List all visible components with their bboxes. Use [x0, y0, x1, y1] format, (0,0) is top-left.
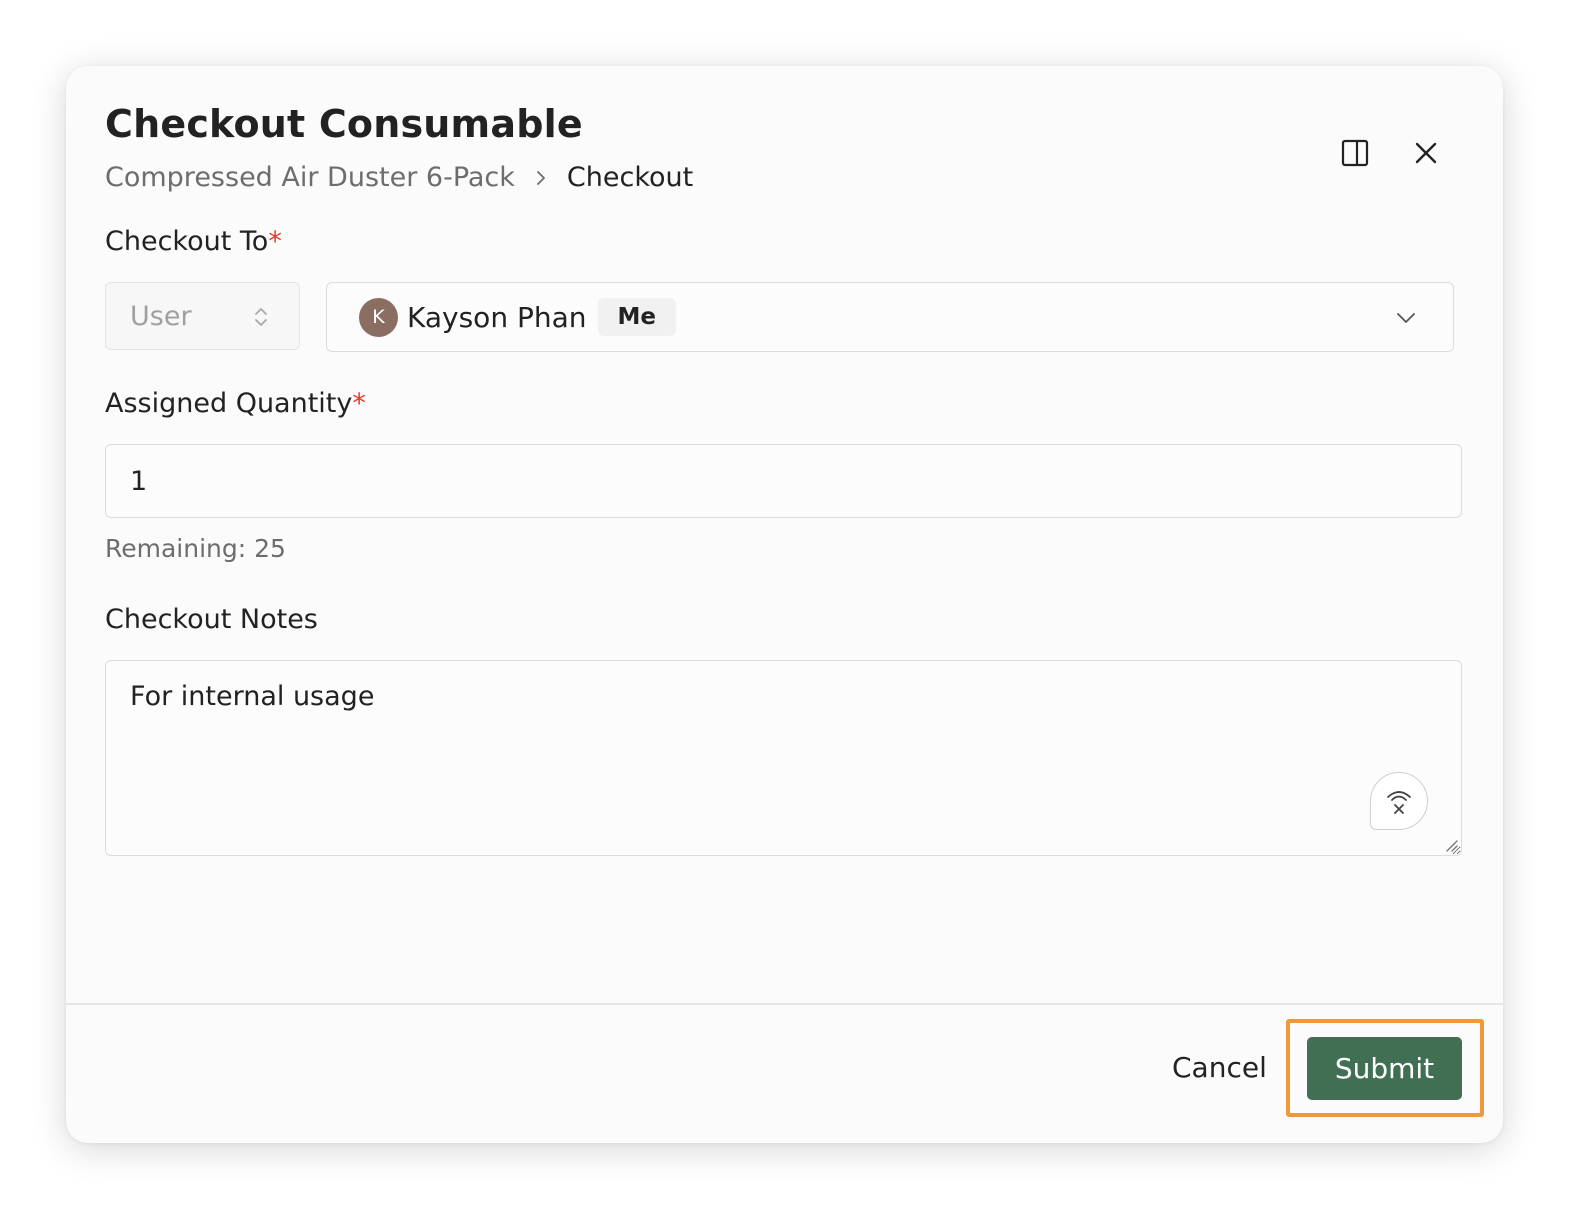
- selected-user-name: Kayson Phan: [407, 300, 587, 334]
- submit-button[interactable]: Submit: [1307, 1037, 1462, 1100]
- required-mark: *: [268, 226, 282, 257]
- toggle-side-panel-button[interactable]: [1333, 131, 1377, 175]
- chevron-down-icon: [1397, 313, 1415, 323]
- assigned-quantity-label: Assigned Quantity*: [105, 388, 366, 419]
- remaining-helper-text: Remaining: 25: [105, 534, 286, 563]
- breadcrumb-parent[interactable]: Compressed Air Duster 6-Pack: [105, 162, 515, 193]
- checkout-dialog: Checkout Consumable Compressed Air Duste…: [66, 66, 1503, 1143]
- chevron-right-icon: [537, 170, 545, 185]
- panel-toggle-icon: [1341, 139, 1369, 167]
- checkout-notes-textarea[interactable]: For internal usage: [105, 660, 1462, 856]
- dictation-icon: [1387, 791, 1411, 814]
- required-mark: *: [352, 388, 366, 419]
- dialog-title: Checkout Consumable: [105, 102, 583, 146]
- me-badge: Me: [597, 298, 676, 336]
- checkout-type-select[interactable]: User: [105, 282, 300, 350]
- close-icon: [1415, 142, 1437, 164]
- cancel-button[interactable]: Cancel: [1152, 1034, 1287, 1100]
- quantity-input[interactable]: [105, 444, 1462, 518]
- breadcrumb-current: Checkout: [566, 162, 694, 193]
- checkout-to-label: Checkout To*: [105, 226, 282, 257]
- dictation-button[interactable]: [1370, 772, 1428, 830]
- footer-divider: [66, 1003, 1503, 1005]
- checkout-notes-label: Checkout Notes: [105, 604, 318, 635]
- breadcrumb: Compressed Air Duster 6-Pack Checkout: [105, 162, 693, 193]
- updown-chevron-icon: [255, 308, 267, 326]
- user-select[interactable]: K Kayson Phan Me: [326, 282, 1454, 352]
- checkout-type-value: User: [130, 300, 192, 332]
- resize-grip-icon[interactable]: [1442, 836, 1458, 852]
- avatar: K: [359, 297, 398, 337]
- close-button[interactable]: [1404, 131, 1448, 175]
